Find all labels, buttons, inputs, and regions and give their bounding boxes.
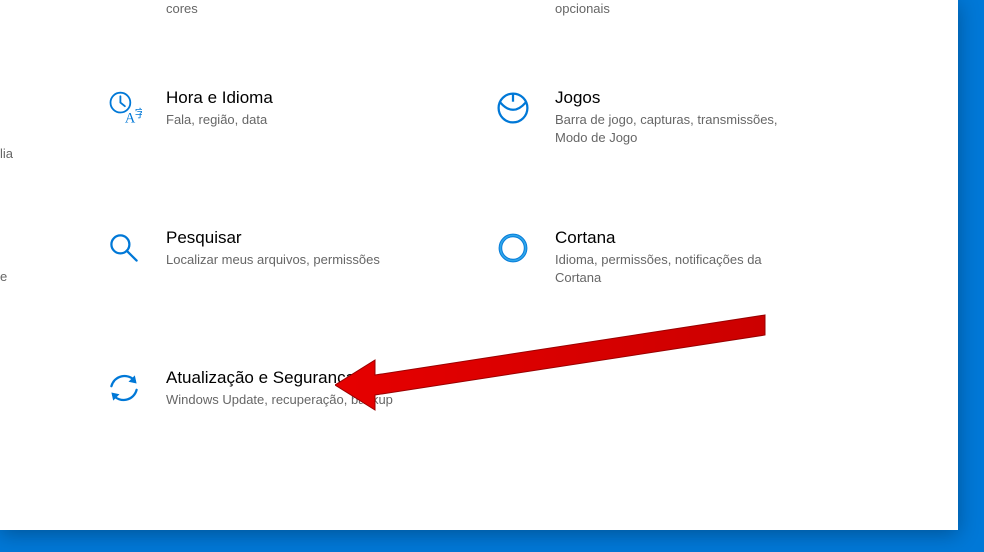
truncated-text-e: e (0, 268, 7, 286)
category-title: Cortana (555, 228, 803, 248)
category-desc: Windows Update, recuperação, backup (166, 391, 393, 409)
search-icon (104, 228, 144, 268)
update-security-icon (104, 368, 144, 408)
category-desc: Barra de jogo, capturas, transmissões, M… (555, 111, 803, 147)
time-language-icon: A 字 (104, 88, 144, 128)
category-desc: Localizar meus arquivos, permissões (166, 251, 380, 269)
category-gaming[interactable]: Jogos Barra de jogo, capturas, transmiss… (493, 88, 803, 147)
settings-content: cores opcionais lia e A 字 Hora e Idioma … (0, 0, 958, 530)
gaming-icon (493, 88, 533, 128)
truncated-text-opcionais: opcionais (555, 0, 610, 18)
truncated-text-cores: cores (166, 0, 198, 18)
category-title: Atualização e Segurança (166, 368, 393, 388)
category-desc: Idioma, permissões, notificações da Cort… (555, 251, 803, 287)
category-title: Hora e Idioma (166, 88, 273, 108)
category-title: Pesquisar (166, 228, 380, 248)
category-search[interactable]: Pesquisar Localizar meus arquivos, permi… (104, 228, 414, 269)
truncated-text-lia: lia (0, 145, 13, 163)
category-title: Jogos (555, 88, 803, 108)
category-cortana[interactable]: Cortana Idioma, permissões, notificações… (493, 228, 803, 287)
cortana-icon (493, 228, 533, 268)
svg-text:字: 字 (135, 107, 142, 120)
category-time-language[interactable]: A 字 Hora e Idioma Fala, região, data (104, 88, 414, 129)
category-desc: Fala, região, data (166, 111, 273, 129)
settings-window: cores opcionais lia e A 字 Hora e Idioma … (0, 0, 958, 530)
category-update-security[interactable]: Atualização e Segurança Windows Update, … (104, 368, 414, 409)
